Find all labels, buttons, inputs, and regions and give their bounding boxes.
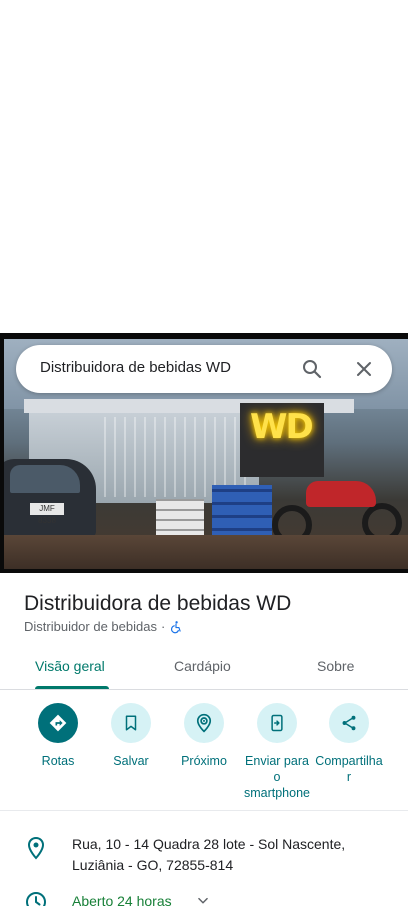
chevron-down-icon[interactable]	[196, 894, 210, 906]
photo-crates-blue	[212, 485, 272, 541]
blank-top-area	[0, 0, 408, 333]
directions-label: Rotas	[41, 754, 75, 768]
bookmark-icon	[125, 715, 137, 731]
address-line-1: Rua, 10 - 14 Quadra 28 lote - Sol Nascen…	[72, 836, 346, 852]
send-to-phone-circle[interactable]	[257, 703, 297, 743]
nearby-button[interactable]: Próximo	[166, 703, 242, 769]
location-pin-icon	[27, 836, 45, 860]
address-row[interactable]: Rua, 10 - 14 Quadra 28 lote - Sol Nascen…	[0, 834, 408, 878]
share-label: Compartilha r	[311, 753, 387, 785]
send-to-phone-label: Enviar para o smartphone	[239, 753, 315, 801]
share-circle[interactable]	[329, 703, 369, 743]
share-button[interactable]: Compartilha r	[311, 703, 387, 785]
photo-motorcycle	[266, 469, 406, 545]
address-text: Rua, 10 - 14 Quadra 28 lote - Sol Nascen…	[72, 834, 345, 876]
share-icon	[342, 715, 356, 731]
category-separator: ·	[160, 619, 166, 634]
clock-icon	[26, 892, 46, 906]
photo-plate: JMF 8338	[30, 503, 64, 525]
tab-overview[interactable]: Visão geral	[35, 658, 105, 674]
share-label-line2: r	[346, 770, 352, 784]
send-to-phone-icon	[271, 714, 283, 732]
bike-tank	[306, 481, 376, 507]
directions-circle[interactable]	[38, 703, 78, 743]
save-button[interactable]: Salvar	[93, 703, 169, 769]
search-icon[interactable]	[300, 357, 324, 381]
save-label: Salvar	[113, 754, 149, 768]
tab-about[interactable]: Sobre	[317, 658, 354, 674]
nearby-circle[interactable]	[184, 703, 224, 743]
photo-ground	[4, 535, 408, 569]
place-title: Distribuidora de bebidas WD	[24, 592, 292, 615]
hours-row[interactable]: Aberto 24 horas	[0, 890, 408, 906]
place-subtitle: Distribuidor de bebidas ·	[24, 619, 183, 634]
share-label-line1: Compartilha	[315, 754, 383, 768]
wheelchair-accessible-icon[interactable]	[169, 620, 183, 634]
photo-crates-white	[156, 499, 204, 539]
directions-button[interactable]: Rotas	[20, 703, 96, 769]
tab-menu[interactable]: Cardápio	[174, 658, 231, 674]
search-input[interactable]: Distribuidora de bebidas WD	[40, 359, 231, 376]
send-to-phone-label-line3: smartphone	[243, 786, 310, 800]
nearby-icon	[196, 713, 212, 733]
address-line-2: Luziânia - GO, 72855-814	[72, 857, 234, 873]
hours-status: Aberto 24 horas	[72, 893, 172, 906]
save-circle[interactable]	[111, 703, 151, 743]
photo-neon-sign: WD	[250, 407, 314, 447]
place-category[interactable]: Distribuidor de bebidas	[24, 619, 157, 634]
action-buttons: Rotas Salvar Próximo Enviar para o smart…	[0, 703, 408, 811]
place-tabs: Visão geral Cardápio Sobre	[0, 644, 408, 690]
send-to-phone-label-line1: Enviar para	[245, 754, 309, 768]
nearby-label: Próximo	[181, 754, 227, 768]
send-to-phone-label-line2: o	[273, 770, 281, 784]
tab-active-indicator	[35, 686, 109, 689]
search-bar[interactable]: Distribuidora de bebidas WD	[16, 345, 392, 393]
close-icon[interactable]	[352, 357, 376, 381]
send-to-phone-button[interactable]: Enviar para o smartphone	[239, 703, 315, 801]
photo-car-window	[10, 465, 80, 493]
directions-icon	[49, 714, 67, 732]
